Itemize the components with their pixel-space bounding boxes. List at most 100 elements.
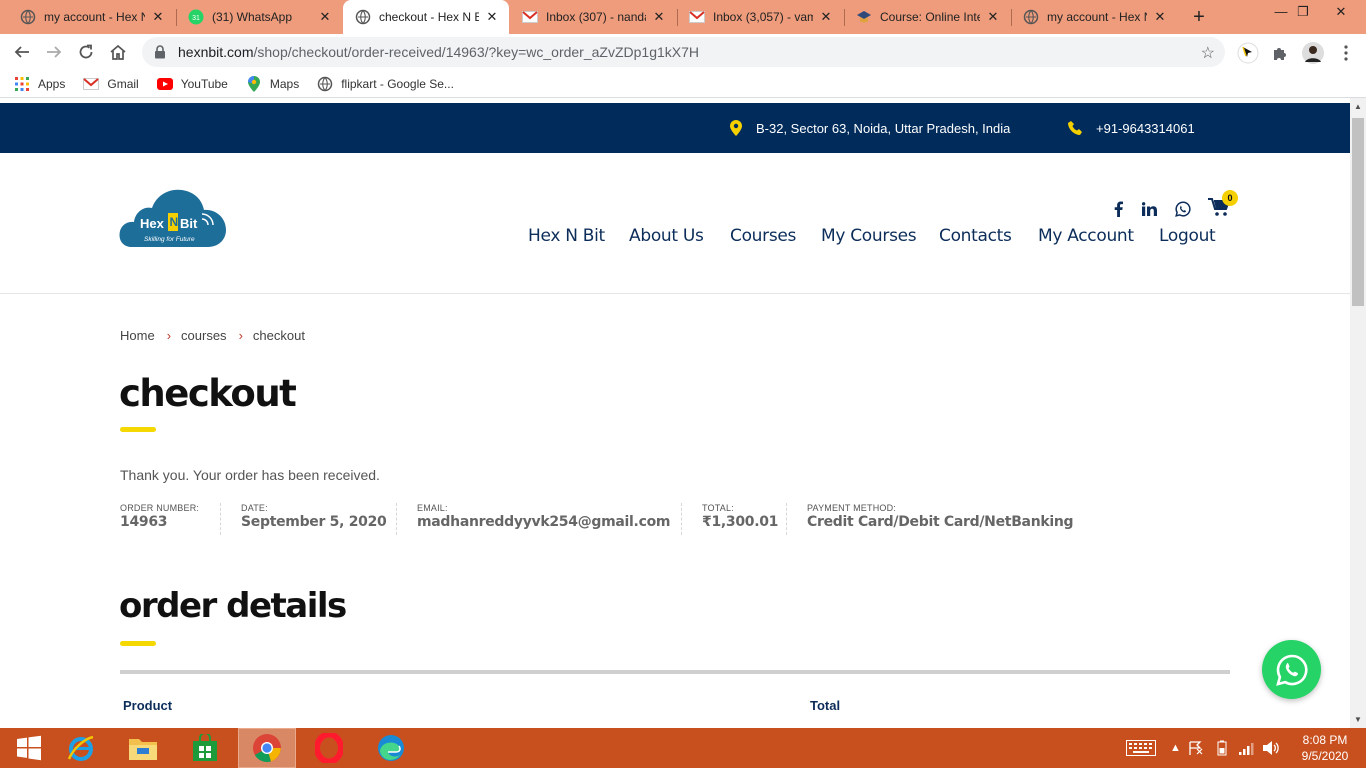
breadcrumb-home[interactable]: Home [120,328,155,343]
overview-divider [681,503,682,535]
bookmarks-bar: Apps Gmail YouTube Maps flipkart - Googl… [0,70,1366,98]
order-email-value: madhanreddyyvk254@gmail.com [417,514,671,530]
close-icon[interactable]: ✕ [819,9,833,25]
breadcrumb-courses[interactable]: courses [181,328,227,343]
page-viewport: B-32, Sector 63, Noida, Uttar Pradesh, I… [0,98,1350,728]
bookmark-apps[interactable]: Apps [14,76,65,92]
phone-text: +91-9643314061 [1096,120,1195,136]
address-bar[interactable]: hexnbit.com/shop/checkout/order-received… [142,37,1225,67]
close-icon[interactable]: ✕ [318,9,332,25]
action-flag-icon[interactable] [1188,728,1204,768]
breadcrumb: Home › courses › checkout [120,328,305,343]
gmail-icon [522,9,538,25]
tab-title: my account - Hex N [44,10,145,24]
tab-my-account-2[interactable]: my account - Hex N ✕ [1011,0,1177,34]
facebook-icon[interactable] [1108,199,1128,219]
bookmark-label: flipkart - Google Se... [341,76,454,91]
bookmark-label: Apps [38,76,66,91]
internet-explorer-icon[interactable] [52,728,110,768]
nav-my-account[interactable]: My Account [1038,226,1134,246]
tab-inbox-1[interactable]: Inbox (307) - nanda ✕ [510,0,676,34]
location-pin-icon [730,120,742,136]
profile-avatar[interactable] [1302,42,1324,64]
nav-my-courses[interactable]: My Courses [821,226,917,246]
payment-method: PAYMENT METHOD: Credit Card/Debit Card/N… [807,503,1074,530]
bookmark-star-icon[interactable]: ☆ [1201,43,1215,63]
address-text: B-32, Sector 63, Noida, Uttar Pradesh, I… [756,120,1011,136]
page-scrollbar[interactable]: ▲ ▼ [1350,98,1366,728]
file-explorer-icon[interactable] [114,728,172,768]
back-arrow-icon[interactable] [8,38,36,66]
phone-info[interactable]: +91-9643314061 [1068,103,1195,153]
reload-icon[interactable] [72,38,100,66]
breadcrumb-current: checkout [252,328,305,343]
tab-title: my account - Hex N [1047,10,1147,24]
url-path: /shop/checkout/order-received/14963/?key… [253,44,700,60]
forward-arrow-icon[interactable] [40,38,68,66]
home-icon[interactable] [104,38,132,66]
nav-courses[interactable]: Courses [730,226,796,246]
nav-contacts[interactable]: Contacts [939,226,1012,246]
nav-about-us[interactable]: About Us [629,226,704,246]
order-email: EMAIL: madhanreddyyvk254@gmail.com [417,503,670,530]
order-date-value: September 5, 2020 [241,514,387,530]
edge-icon[interactable] [362,728,420,768]
site-logo[interactable]: Hex N Bit Skilling for Future [118,181,232,251]
nav-hex-n-bit[interactable]: Hex N Bit [528,226,605,246]
bookmark-maps[interactable]: Maps [246,75,299,92]
bookmark-youtube[interactable]: YouTube [156,76,228,92]
close-icon[interactable]: ✕ [485,9,499,25]
close-icon[interactable]: ✕ [986,9,1000,25]
close-icon[interactable]: ✕ [1153,9,1167,25]
order-total-label: TOTAL: [702,503,734,513]
store-icon[interactable] [176,728,234,768]
url-text: hexnbit.com/shop/checkout/order-received… [178,44,699,60]
menu-kebab-icon[interactable] [1335,42,1357,64]
windows-start-icon[interactable] [0,728,58,768]
tab-inbox-2[interactable]: Inbox (3,057) - vam ✕ [677,0,843,34]
show-hidden-icons-icon[interactable]: ▲ [1170,728,1181,768]
bookmark-flipkart[interactable]: flipkart - Google Se... [317,76,454,92]
nav-logout[interactable]: Logout [1159,226,1216,246]
order-date: DATE: September 5, 2020 [241,503,387,530]
tab-course[interactable]: Course: Online Inte ✕ [844,0,1010,34]
system-clock[interactable]: 8:08 PM 9/5/2020 [1290,732,1360,764]
overview-divider [396,503,397,535]
tab-my-account-1[interactable]: my account - Hex N ✕ [8,0,175,34]
chevron-right-icon: › [166,328,172,343]
maps-pin-icon [246,75,262,92]
extensions-puzzle-icon[interactable] [1269,42,1291,64]
whatsapp-icon [1275,654,1308,686]
keyboard-icon[interactable] [1126,728,1156,768]
opera-icon[interactable] [300,728,358,768]
lock-icon[interactable] [154,45,168,59]
scroll-down-icon[interactable]: ▼ [1354,715,1362,724]
column-header-product: Product [123,698,173,713]
volume-icon[interactable] [1262,728,1280,768]
chrome-taskbar-icon[interactable] [238,728,296,768]
order-number-value: 14963 [120,514,168,530]
scrollbar-thumb[interactable] [1352,118,1364,306]
close-icon[interactable]: ✕ [652,9,666,25]
linkedin-icon[interactable] [1139,199,1159,219]
close-icon[interactable]: ✕ [151,9,165,25]
bookmark-gmail[interactable]: Gmail [83,76,139,92]
globe-icon [1023,9,1039,25]
scroll-up-icon[interactable]: ▲ [1354,102,1362,111]
network-signal-icon[interactable] [1238,728,1256,768]
tab-whatsapp[interactable]: 31 (31) WhatsApp ✕ [176,0,342,34]
battery-icon[interactable] [1214,728,1230,768]
tab-title: checkout - Hex N Bi [379,10,479,24]
tab-checkout[interactable]: checkout - Hex N Bi ✕ [343,0,509,34]
window-close-icon[interactable]: ✕ [1318,0,1364,28]
whatsapp-icon[interactable] [1173,199,1193,219]
browser-toolbar: hexnbit.com/shop/checkout/order-received… [0,34,1366,70]
gmail-icon [83,76,100,92]
globe-icon [355,9,371,25]
extension-cursor-icon[interactable] [1237,42,1259,64]
tab-title: Inbox (3,057) - vam [713,10,813,24]
clock-date: 9/5/2020 [1301,749,1349,763]
order-email-label: EMAIL: [417,503,448,513]
new-tab-button[interactable]: + [1188,5,1210,29]
whatsapp-chat-button[interactable] [1262,640,1321,699]
